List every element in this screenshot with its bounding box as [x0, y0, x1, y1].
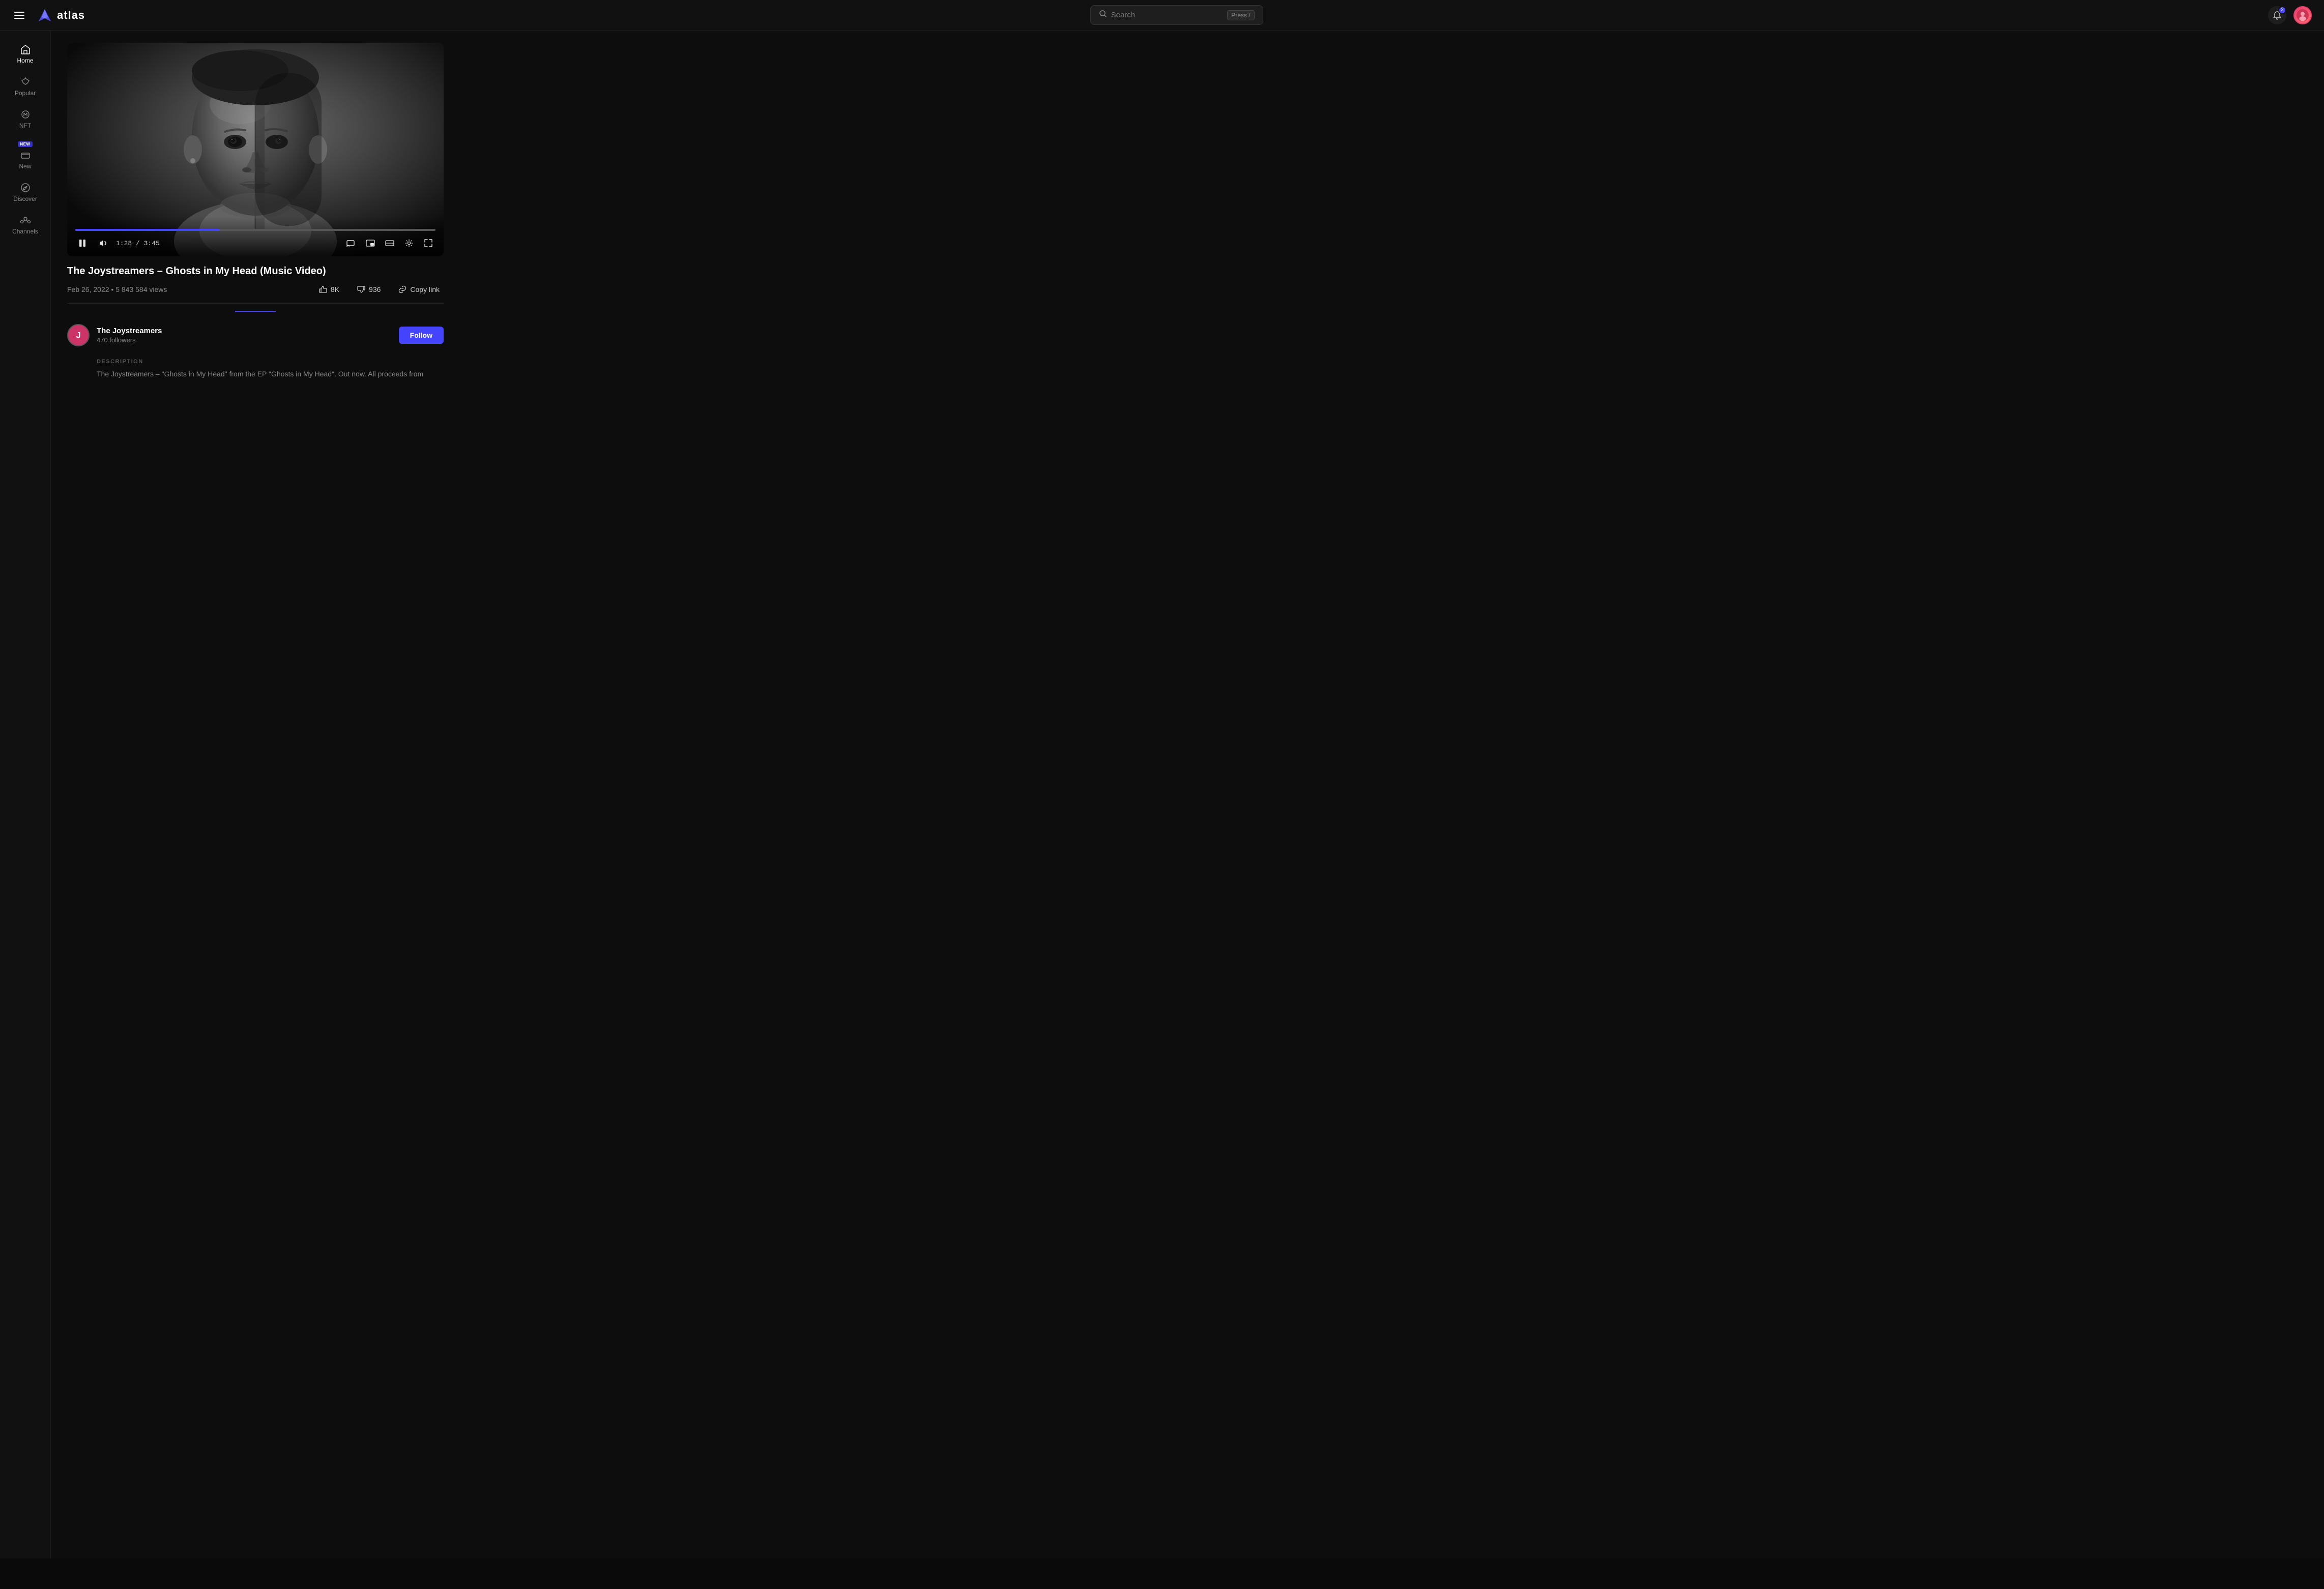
logo-link[interactable]: atlas	[37, 7, 85, 23]
dislike-button[interactable]: 936	[353, 283, 385, 296]
theater-icon	[385, 238, 395, 248]
channel-avatar-image: J	[68, 325, 89, 345]
new-icon	[20, 150, 31, 161]
channel-avatar: J	[67, 324, 90, 346]
video-player: 1:28 / 3:45	[67, 43, 444, 256]
top-navigation: atlas Press / 2	[0, 0, 2324, 31]
home-icon	[20, 44, 31, 55]
sidebar-label-channels: Channels	[12, 228, 38, 235]
video-actions: 8K 936 Copy link	[314, 283, 444, 296]
channel-info: The Joystreamers 470 followers	[97, 327, 162, 344]
divider	[67, 303, 444, 304]
description-label: DESCRIPTION	[97, 359, 444, 365]
thumbs-up-icon	[318, 285, 328, 294]
nav-left: atlas	[12, 7, 85, 23]
volume-button[interactable]	[96, 236, 110, 250]
fullscreen-icon	[423, 238, 433, 248]
logo-icon	[37, 7, 53, 23]
sidebar-label-popular: Popular	[15, 90, 36, 97]
follow-button[interactable]: Follow	[399, 327, 444, 344]
discover-icon	[20, 182, 31, 193]
video-info: The Joystreamers – Ghosts in My Head (Mu…	[67, 256, 444, 320]
user-avatar[interactable]	[2293, 6, 2312, 24]
link-icon	[398, 285, 407, 294]
notification-badge: 2	[2278, 6, 2286, 14]
channel-followers: 470 followers	[97, 336, 162, 344]
sidebar: Home Popular NFT NEW New Discover	[0, 31, 51, 1558]
channel-left: J The Joystreamers 470 followers	[67, 324, 162, 346]
sidebar-label-nft: NFT	[19, 122, 31, 129]
sidebar-label-new: New	[19, 163, 31, 170]
description-section: DESCRIPTION The Joystreamers – "Ghosts i…	[67, 350, 444, 379]
progress-bar[interactable]	[75, 229, 435, 231]
sidebar-label-home: Home	[17, 57, 33, 64]
description-text: The Joystreamers – "Ghosts in My Head" f…	[97, 369, 444, 379]
search-shortcut: Press /	[1227, 10, 1254, 20]
video-stats: Feb 26, 2022 • 5 843 584 views	[67, 285, 167, 293]
copy-link-button[interactable]: Copy link	[394, 283, 444, 296]
channel-row: J The Joystreamers 470 followers Follow	[67, 320, 444, 350]
miniplayer-button[interactable]	[363, 236, 377, 250]
new-badge: NEW	[18, 141, 32, 147]
time-display: 1:28 / 3:45	[116, 240, 160, 247]
pause-icon	[77, 238, 88, 248]
thumbs-down-icon	[357, 285, 366, 294]
sidebar-item-discover[interactable]: Discover	[4, 177, 47, 208]
controls-row: 1:28 / 3:45	[75, 236, 435, 250]
notification-button[interactable]: 2	[2268, 6, 2286, 24]
like-button[interactable]: 8K	[314, 283, 343, 296]
cast-icon	[346, 238, 356, 248]
controls-right	[344, 236, 435, 250]
channels-icon	[20, 215, 31, 226]
progress-fill	[75, 229, 219, 231]
pause-button[interactable]	[75, 236, 90, 250]
nft-icon	[20, 109, 31, 120]
theater-button[interactable]	[383, 236, 397, 250]
miniplayer-icon	[365, 238, 375, 248]
sidebar-item-popular[interactable]: Popular	[4, 71, 47, 102]
sidebar-item-home[interactable]: Home	[4, 39, 47, 69]
video-meta: Feb 26, 2022 • 5 843 584 views 8K 936	[67, 283, 444, 296]
cast-button[interactable]	[344, 236, 358, 250]
gear-icon	[404, 238, 414, 248]
fullscreen-button[interactable]	[421, 236, 435, 250]
menu-button[interactable]	[12, 10, 26, 21]
nav-right: 2	[2268, 6, 2312, 24]
video-controls: 1:28 / 3:45	[67, 217, 444, 256]
sidebar-label-discover: Discover	[13, 195, 37, 202]
sidebar-item-channels[interactable]: Channels	[4, 210, 47, 240]
popular-icon	[20, 76, 31, 87]
video-title: The Joystreamers – Ghosts in My Head (Mu…	[67, 264, 444, 278]
controls-left: 1:28 / 3:45	[75, 236, 160, 250]
avatar-image	[2297, 9, 2309, 21]
tab-underline	[235, 311, 276, 312]
volume-icon	[98, 238, 108, 248]
search-icon	[1099, 10, 1107, 20]
settings-button[interactable]	[402, 236, 416, 250]
sidebar-item-new[interactable]: NEW New	[4, 136, 47, 175]
logo-text: atlas	[57, 9, 85, 22]
svg-text:J: J	[76, 331, 80, 340]
search-bar: Press /	[1090, 5, 1263, 25]
search-input[interactable]	[1111, 11, 1219, 19]
main-content: 1:28 / 3:45	[51, 31, 2324, 1558]
channel-name: The Joystreamers	[97, 327, 162, 335]
sidebar-item-nft[interactable]: NFT	[4, 104, 47, 134]
